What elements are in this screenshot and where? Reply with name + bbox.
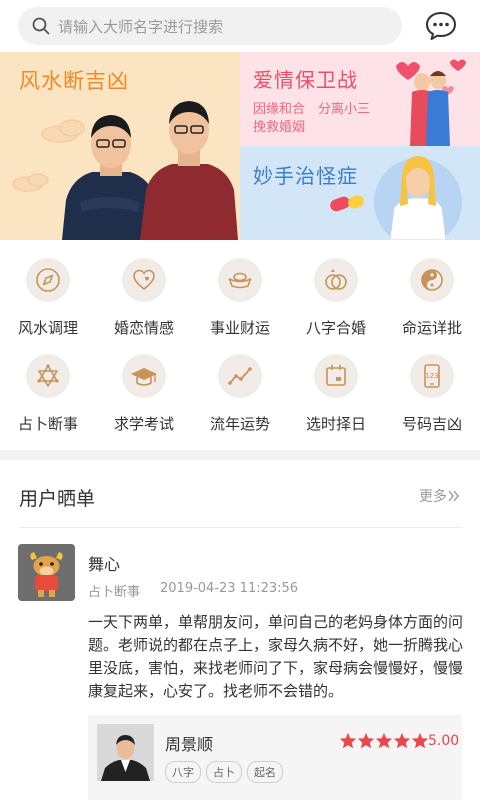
category-career[interactable]: 事业财运 (192, 258, 288, 338)
trend-line-icon (228, 367, 252, 385)
master-name: 周景顺 (165, 735, 214, 754)
top-bar: 请输入大师名字进行搜索 (0, 0, 480, 52)
star-icon (339, 732, 357, 749)
doctor-illustration (330, 156, 462, 240)
heart-icon (133, 269, 155, 291)
master-figure-right (140, 101, 238, 240)
category-label: 选时择日 (305, 415, 366, 433)
star-icon (393, 732, 411, 749)
search-icon (32, 17, 50, 35)
category-yearly-fortune[interactable]: 流年运势 (192, 354, 288, 434)
category-divination[interactable]: 占卜断事 (0, 354, 96, 434)
graduation-cap-icon (131, 368, 157, 386)
ingot-icon (228, 272, 252, 289)
category-label: 风水调理 (17, 319, 78, 337)
banner-love[interactable]: 爱情保卫战 因缘和合 分离小三 挽救婚姻 (240, 52, 480, 146)
category-love[interactable]: 婚恋情感 (96, 258, 192, 338)
section-divider (0, 450, 480, 460)
rating-score: 5.00 (428, 733, 460, 749)
svg-text:123: 123 (425, 372, 438, 380)
category-date-select[interactable]: 选时择日 (288, 354, 384, 434)
star-icon (357, 732, 375, 749)
chat-button[interactable] (424, 10, 458, 42)
user-name: 舞心 (88, 555, 121, 574)
banner-doctor[interactable]: 妙手治怪症 (240, 146, 480, 240)
compass-icon (36, 268, 60, 292)
double-chevron-right-icon (448, 490, 459, 502)
category-fengshui[interactable]: 风水调理 (0, 258, 96, 338)
master-tags: 八字 占卜 起名 (165, 761, 288, 783)
banner-fengshui-illustration (12, 101, 238, 240)
avatar[interactable] (18, 544, 75, 601)
ox-avatar-icon (18, 544, 75, 601)
review-time: 2019-04-23 11:23:56 (160, 581, 299, 596)
couple-illustration (396, 59, 466, 146)
rating-stars (339, 732, 429, 749)
category-label: 占卜断事 (17, 415, 78, 433)
category-label: 求学考试 (113, 415, 174, 433)
category-label: 八字合婚 (305, 319, 366, 337)
section-title: 用户晒单 (19, 488, 96, 510)
category-marriage[interactable]: 八字合婚 (288, 258, 384, 338)
header-divider (19, 527, 462, 528)
master-card[interactable]: 周景顺 5.00 八字 占卜 起名 (88, 715, 462, 800)
category-grid: 风水调理 婚恋情感 事业财运 八字合婚 命运详批 占卜断事 求学考试 流年运势 … (0, 240, 480, 450)
master-photo (97, 724, 154, 781)
rings-icon (325, 269, 347, 290)
chat-bubble-icon (426, 12, 456, 40)
yin-yang-icon (421, 269, 443, 291)
category-label: 事业财运 (209, 319, 270, 337)
master-tag: 占卜 (206, 761, 242, 783)
more-label: 更多 (419, 489, 447, 505)
category-number-luck[interactable]: 123 号码吉凶 (384, 354, 480, 434)
more-link[interactable]: 更多 (419, 486, 461, 506)
banner-area: 风水断吉凶 爱情保卫战 因缘和合 分离小三 挽救婚姻 妙手治怪症 (0, 52, 480, 240)
master-tag: 八字 (165, 761, 201, 783)
category-label: 流年运势 (209, 415, 270, 433)
category-label: 号码吉凶 (401, 415, 462, 433)
category-destiny[interactable]: 命运详批 (384, 258, 480, 338)
category-label: 婚恋情感 (113, 319, 174, 337)
reviews-header: 用户晒单 更多 (0, 460, 480, 528)
master-tag: 起名 (247, 761, 283, 783)
category-label: 命运详批 (401, 319, 462, 337)
review-content: 一天下两单，单帮朋友问，单问自己的老妈身体方面的问题。老师说的都在点子上，家母久… (88, 613, 464, 700)
banner-fengshui[interactable]: 风水断吉凶 (0, 52, 240, 240)
category-exam[interactable]: 求学考试 (96, 354, 192, 434)
search-placeholder: 请输入大师名字进行搜索 (58, 17, 224, 36)
calendar-icon (326, 365, 346, 386)
star-icon (375, 732, 393, 749)
star-icon (411, 732, 429, 749)
hexagram-icon (37, 364, 59, 387)
search-input[interactable]: 请输入大师名字进行搜索 (18, 7, 402, 45)
phone-number-icon: 123 (424, 364, 440, 388)
review-category: 占卜断事 (88, 585, 141, 600)
